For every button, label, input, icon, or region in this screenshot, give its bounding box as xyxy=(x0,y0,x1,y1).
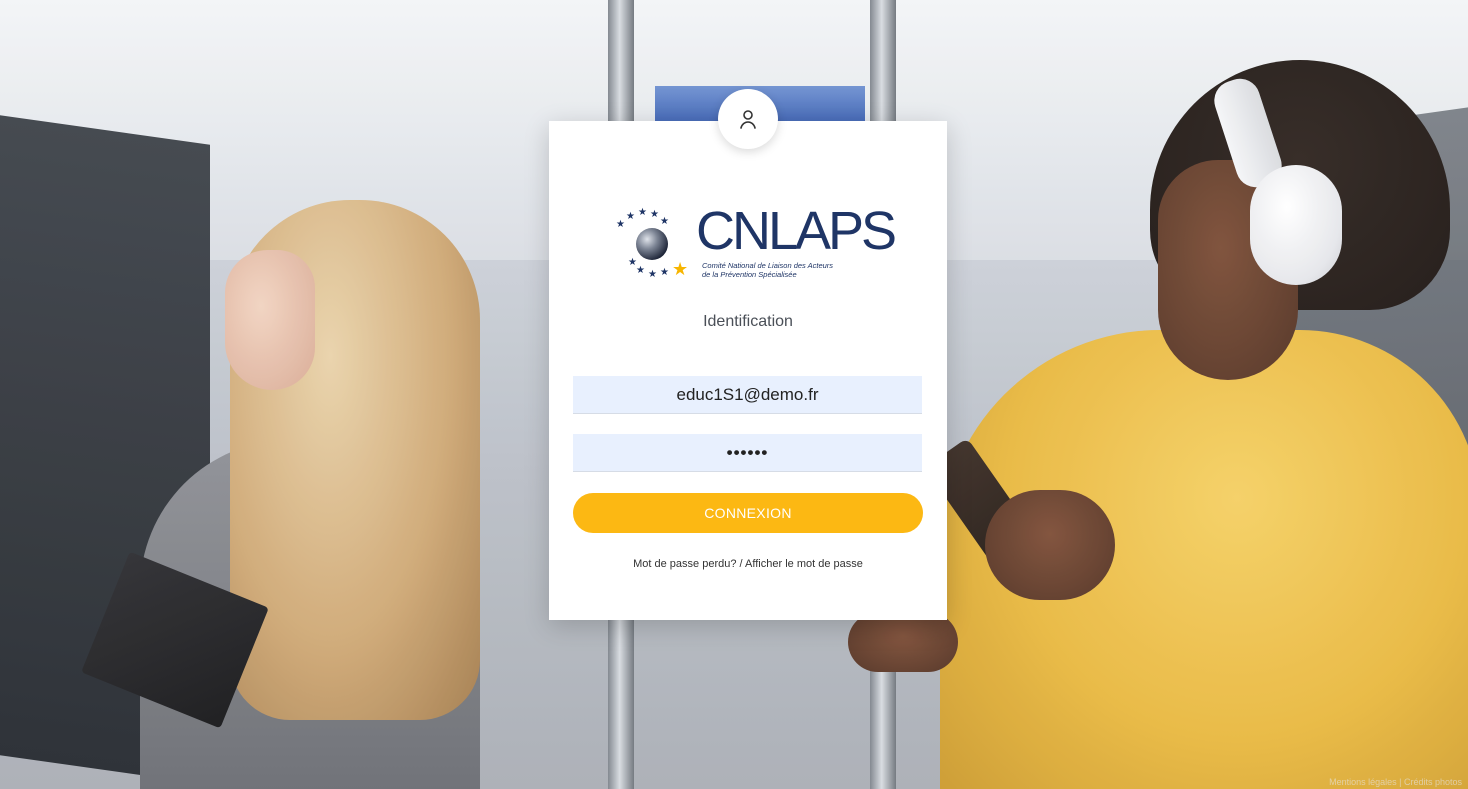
show-password-link[interactable]: Afficher le mot de passe xyxy=(745,558,863,570)
svg-text:★: ★ xyxy=(638,207,647,218)
svg-text:★: ★ xyxy=(648,269,657,280)
password-field[interactable] xyxy=(573,434,922,472)
logo-wordmark: CNLAPS xyxy=(696,201,897,261)
svg-text:★: ★ xyxy=(636,265,645,276)
svg-text:★: ★ xyxy=(626,211,635,222)
svg-text:★: ★ xyxy=(650,209,659,220)
email-field[interactable] xyxy=(573,376,922,414)
links-separator: / xyxy=(736,558,746,570)
svg-text:★: ★ xyxy=(616,219,625,230)
login-card xyxy=(549,121,947,620)
page-title: Identification xyxy=(703,313,793,330)
svg-text:★: ★ xyxy=(660,216,669,227)
footer-legal-text[interactable]: Mentions légales | Crédits photos xyxy=(1329,777,1462,787)
logo-emblem-icon: ★ ★ ★ ★ ★ ★ ★ ★ ★ ★ xyxy=(616,207,688,280)
cnlaps-logo: ★ ★ ★ ★ ★ ★ ★ ★ ★ ★ CNLAPS Comité Nation… xyxy=(614,201,897,290)
svg-text:★: ★ xyxy=(672,259,688,280)
lost-password-link[interactable]: Mot de passe perdu? xyxy=(633,558,736,570)
user-icon xyxy=(718,89,778,149)
login-button[interactable]: CONNEXION xyxy=(573,493,923,533)
logo-subtitle: Comité National de Liaison des Acteurs d… xyxy=(702,261,834,279)
svg-text:★: ★ xyxy=(660,267,669,278)
password-links: Mot de passe perdu? / Afficher le mot de… xyxy=(549,558,947,570)
